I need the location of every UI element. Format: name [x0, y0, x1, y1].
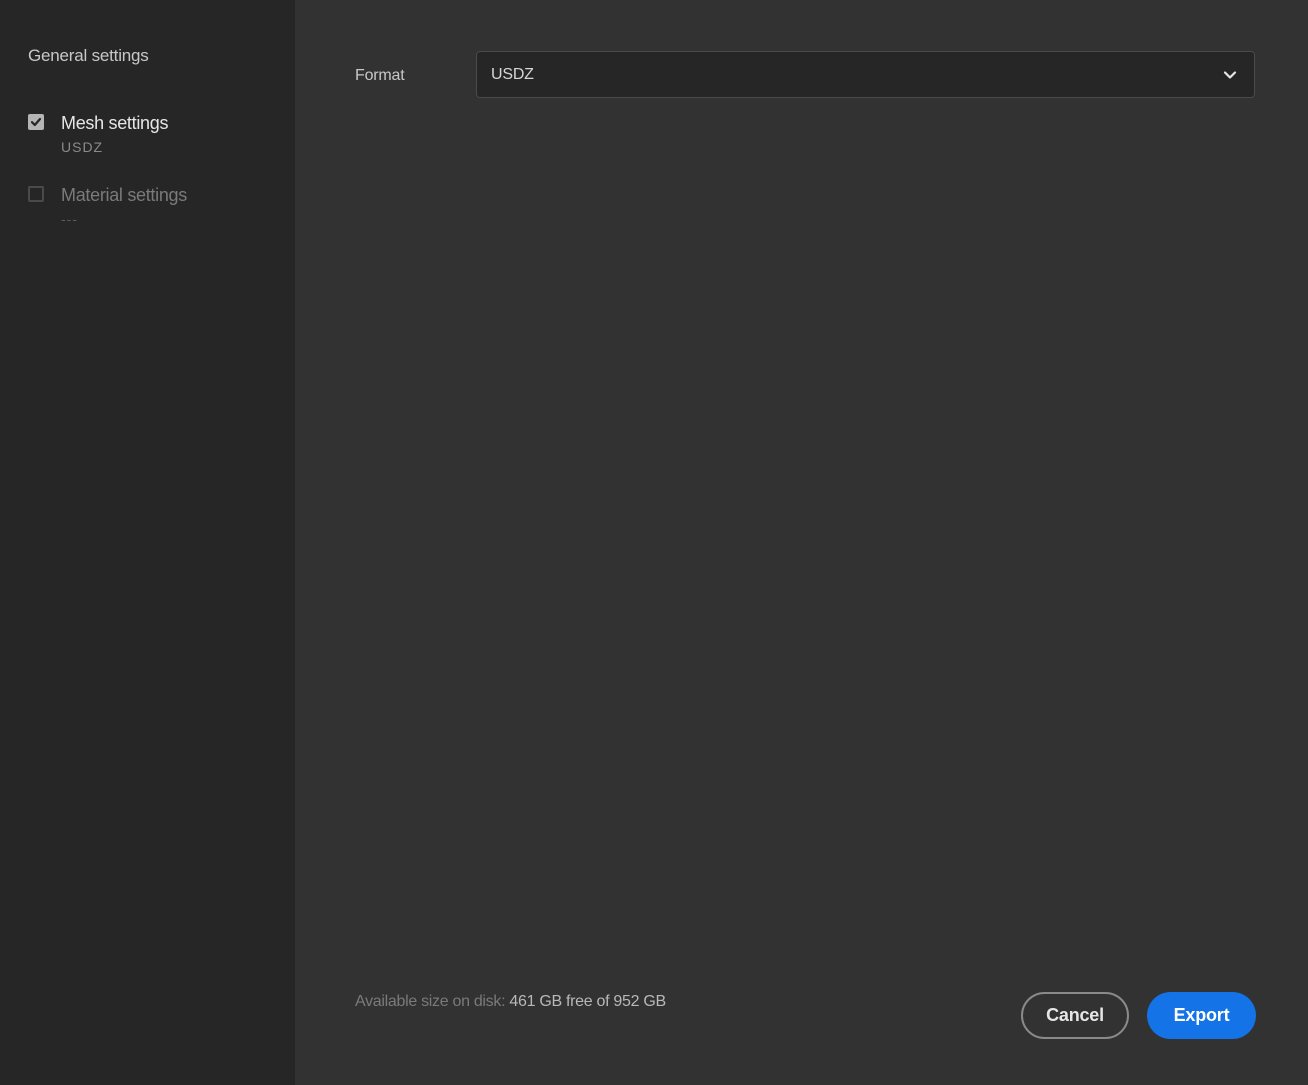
disk-space-info: Available size on disk: 461 GB free of 9… [355, 993, 666, 1011]
sidebar-item-sublabel: USDZ [61, 139, 104, 155]
material-settings-text: Material settings --- [61, 184, 187, 227]
sidebar-item-label: Mesh settings [61, 113, 169, 133]
format-selected-value: USDZ [491, 65, 534, 83]
format-label: Format [355, 67, 405, 84]
format-dropdown[interactable]: USDZ [476, 51, 1255, 98]
export-dialog: General settings Mesh settings USDZ Mate… [0, 0, 1308, 1085]
checkmark-icon [30, 117, 42, 127]
chevron-down-icon [1223, 71, 1237, 79]
material-settings-checkbox[interactable] [28, 186, 44, 202]
mesh-settings-checkbox[interactable] [28, 114, 44, 130]
disk-space-value: 461 GB free of 952 GB [509, 993, 666, 1010]
cancel-button[interactable]: Cancel [1021, 992, 1129, 1039]
sidebar-item-material-settings[interactable]: Material settings --- [28, 184, 187, 227]
export-button[interactable]: Export [1147, 992, 1256, 1039]
sidebar-item-label: Material settings [61, 185, 187, 205]
mesh-settings-text: Mesh settings USDZ [61, 112, 168, 155]
disk-space-label: Available size on disk: [355, 993, 506, 1010]
sidebar: General settings Mesh settings USDZ Mate… [0, 0, 295, 1085]
sidebar-item-mesh-settings[interactable]: Mesh settings USDZ [28, 112, 168, 155]
sidebar-title: General settings [28, 46, 149, 65]
sidebar-item-sublabel: --- [61, 211, 78, 227]
main-panel: Format USDZ Available size on disk: 461 … [295, 0, 1308, 1085]
